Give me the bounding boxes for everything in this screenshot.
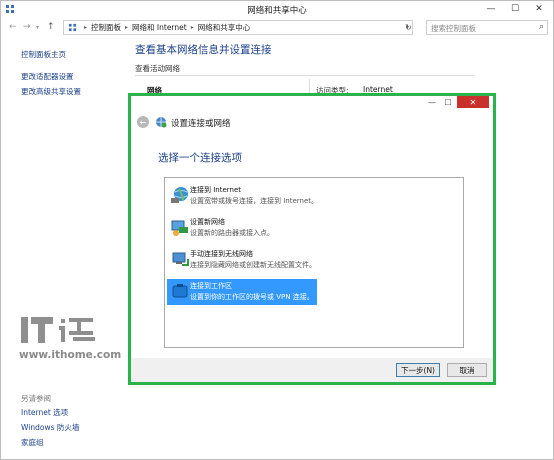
dialog-minimize-button[interactable]: — <box>425 96 439 108</box>
homegroup-link[interactable]: 家庭组 <box>21 437 44 448</box>
next-button[interactable]: 下一步(N) <box>396 363 440 377</box>
watermark-url: www.ithome.com <box>19 349 122 361</box>
option-title: 连接到 Internet <box>190 186 242 194</box>
dialog-heading: 选择一个连接选项 <box>158 152 242 164</box>
dialog-body: — ☐ ✕ ← 设置连接或网络 选择一个连接选项 连接到 Internet 设置… <box>131 96 493 382</box>
workplace-icon <box>172 284 188 298</box>
connection-option-list[interactable]: 连接到 Internet 设置宽带或拨号连接，连接到 Internet。 设置新… <box>164 177 464 348</box>
section-divider <box>135 75 475 76</box>
address-bar[interactable]: ▸ 控制面板 ▸ 网络和 Internet ▸ 网络和共享中心 ▾ <box>63 20 413 35</box>
breadcrumb-control-panel[interactable]: 控制面板 <box>91 22 121 33</box>
option-description: 设置新的路由器或接入点。 <box>190 229 274 237</box>
refresh-icon[interactable]: ↻ <box>405 23 412 32</box>
breadcrumb-sharing-center[interactable]: 网络和共享中心 <box>198 22 251 33</box>
see-also-label: 另请参阅 <box>21 394 51 403</box>
breadcrumb-separator: ▸ <box>190 24 194 31</box>
option-title: 连接到工作区 <box>190 282 232 290</box>
breadcrumb-network-internet[interactable]: 网络和 Internet <box>132 22 187 33</box>
network-setup-icon <box>156 117 167 128</box>
control-panel-home-link[interactable]: 控制面板主页 <box>21 49 66 60</box>
option-description: 设置到你的工作区的拨号或 VPN 连接。 <box>190 293 314 301</box>
maximize-button[interactable]: ☐ <box>503 1 527 17</box>
page-title: 查看基本网络信息并设置连接 <box>135 44 272 56</box>
breadcrumb-separator: ▸ <box>125 24 129 31</box>
option-title: 设置新网络 <box>190 218 225 226</box>
option-connect-workplace[interactable]: 连接到工作区 设置到你的工作区的拨号或 VPN 连接。 <box>167 279 317 305</box>
dialog-title: 设置连接或网络 <box>171 119 231 129</box>
control-panel-icon <box>68 23 77 32</box>
advanced-sharing-settings-link[interactable]: 更改高级共享设置 <box>21 86 81 97</box>
window-title: 网络和共享中心 <box>247 6 307 16</box>
option-connect-internet[interactable]: 连接到 Internet 设置宽带或拨号连接，连接到 Internet。 <box>167 183 319 209</box>
option-title: 手动连接到无线网络 <box>190 250 253 258</box>
active-networks-label: 查看活动网络 <box>135 64 180 73</box>
option-new-network[interactable]: 设置新网络 设置新的路由器或接入点。 <box>167 215 317 241</box>
option-description: 连接到隐藏网络或创建新无线配置文件。 <box>190 261 316 269</box>
search-icon[interactable]: ⌕ <box>539 22 544 32</box>
option-description: 设置宽带或拨号连接，连接到 Internet。 <box>190 197 319 205</box>
search-placeholder: 搜索控制面板 <box>431 24 476 33</box>
internet-options-link[interactable]: Internet 选项 <box>21 407 68 418</box>
up-arrow-icon[interactable]: ↑ <box>47 22 55 32</box>
wireless-manual-icon <box>172 252 189 266</box>
dialog-footer: 下一步(N) 取消 <box>131 358 493 382</box>
windows-firewall-link[interactable]: Windows 防火墙 <box>21 422 79 433</box>
minimize-button[interactable]: — <box>479 1 503 17</box>
search-input[interactable]: 搜索控制面板 ⌕ <box>426 20 548 35</box>
ithome-logo <box>21 317 95 343</box>
recent-locations-icon[interactable]: ▾ <box>36 24 39 31</box>
dialog-maximize-button[interactable]: ☐ <box>441 96 455 108</box>
breadcrumb-separator: ▸ <box>84 24 88 31</box>
option-manual-wireless[interactable]: 手动连接到无线网络 连接到隐藏网络或创建新无线配置文件。 <box>167 247 317 273</box>
router-setup-icon <box>171 220 188 236</box>
back-arrow-icon[interactable]: ← <box>9 22 17 32</box>
dialog-close-button[interactable]: ✕ <box>457 96 489 108</box>
navigation-bar: ← → ▾ ↑ ▸ 控制面板 ▸ 网络和 Internet ▸ 网络和共享中心 … <box>1 17 553 39</box>
setup-connection-dialog: — ☐ ✕ ← 设置连接或网络 选择一个连接选项 连接到 Internet 设置… <box>128 93 496 385</box>
title-bar: 网络和共享中心 — ☐ ✕ <box>1 1 553 17</box>
close-button[interactable]: ✕ <box>527 1 551 17</box>
cancel-button[interactable]: 取消 <box>447 363 487 377</box>
dialog-title-bar: — ☐ ✕ <box>131 96 493 110</box>
back-arrow-icon[interactable]: ← <box>137 116 149 128</box>
forward-arrow-icon[interactable]: → <box>23 22 31 32</box>
change-adapter-settings-link[interactable]: 更改适配器设置 <box>21 71 74 82</box>
globe-connect-icon <box>171 187 188 203</box>
